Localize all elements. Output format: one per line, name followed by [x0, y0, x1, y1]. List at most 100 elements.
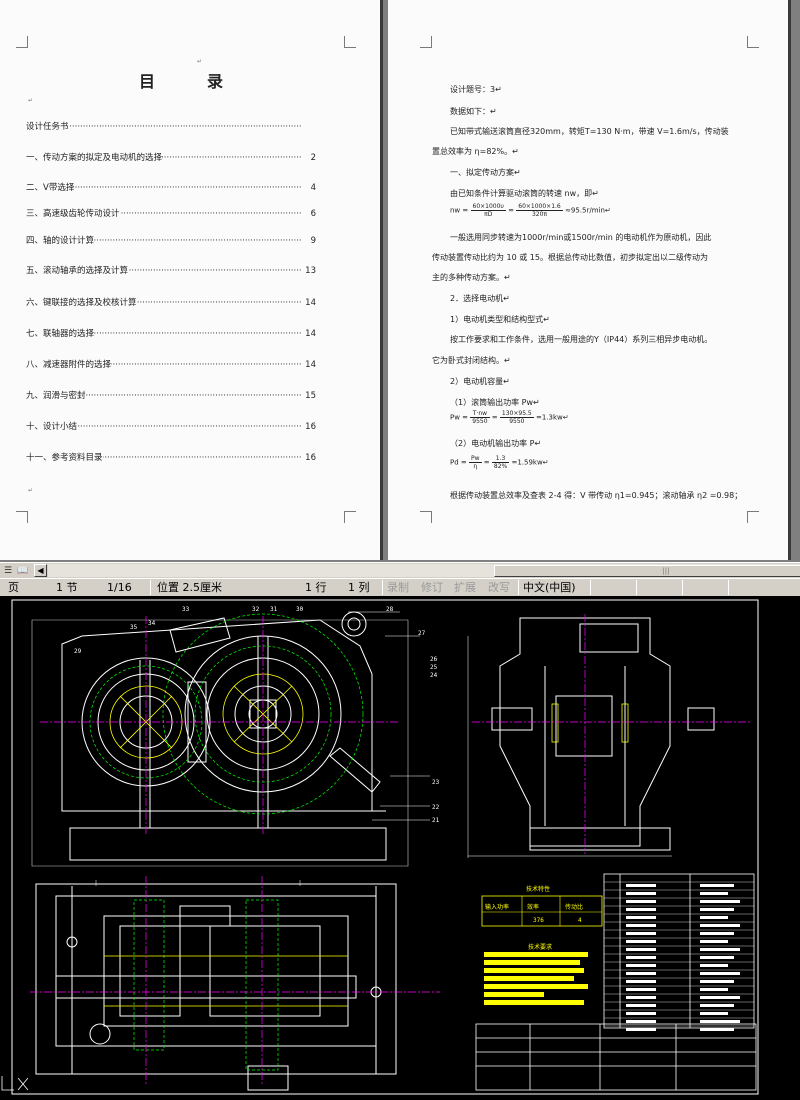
status-overtype[interactable]: 改写 — [488, 581, 510, 595]
horizontal-scrollbar[interactable]: ☰ 📖 ◀ ||| — [0, 562, 800, 578]
formula-motor-power: Pd = Pw η = 1.3 82% =1.59kw↵ — [450, 455, 549, 470]
paragraph-mark: ↵ — [28, 487, 34, 494]
toc-entry[interactable]: ········································… — [26, 121, 316, 133]
cad-drawing-image: 33 35 34 32 31 30 29 28 27 26 25 24 23 2… — [0, 596, 800, 1100]
scroll-thumb[interactable]: ||| — [494, 565, 800, 577]
part-callout: 33 — [182, 606, 190, 613]
toc-entry-page: 16 — [304, 452, 316, 464]
crop-mark — [344, 511, 356, 523]
toc-entry[interactable]: ········································… — [26, 452, 316, 464]
part-callout: 25 — [430, 664, 438, 671]
toc-entry-label: 六、键联接的选择及校核计算 — [26, 298, 137, 308]
status-page-label: 页 — [8, 581, 19, 594]
toc-entry-label: 十一、参考资料目录 — [26, 453, 103, 463]
crop-mark — [747, 36, 759, 48]
toc-entry-label: 二、V带选择 — [26, 183, 75, 193]
status-separator — [382, 580, 383, 595]
part-callout: 34 — [148, 620, 156, 627]
part-callout: 21 — [432, 817, 440, 824]
spec-header: 输入功率 — [485, 904, 510, 911]
document-page-content[interactable]: 设计题号：3↵ 数据如下：↵ 已知带式输送滚筒直径320mm，转矩T=130 N… — [388, 0, 788, 560]
body-text-line: （2）电动机输出功率 P↵ — [450, 439, 542, 448]
document-page-toc[interactable]: ↵ 目 录 ↵ ································… — [0, 0, 380, 560]
toc-entry-label: 三、高速级齿轮传动设计 — [26, 209, 120, 219]
body-text-line: 按工作要求和工作条件，选用一般用途的Y（IP44）系列三相异步电动机。 — [450, 335, 713, 344]
status-separator — [728, 580, 729, 595]
page-shadow — [788, 0, 791, 560]
status-record-macro[interactable]: 录制 — [387, 581, 409, 595]
toc-entry[interactable]: ········································… — [26, 297, 316, 309]
part-callout: 29 — [74, 648, 82, 655]
page-shadow — [380, 0, 383, 560]
toc-entry-page: 6 — [309, 208, 316, 220]
toc-entry-page: 14 — [304, 328, 316, 340]
toc-entry[interactable]: ········································… — [26, 390, 316, 402]
status-position: 位置 2.5厘米 — [157, 581, 222, 594]
status-separator — [682, 580, 683, 595]
status-bar: 页 1 节 1/16 位置 2.5厘米 1 行 1 列 录制 修订 扩展 改写 … — [0, 578, 800, 596]
toc-entry-page: 14 — [304, 359, 316, 371]
toc-entry-label: 五、滚动轴承的选择及计算 — [26, 266, 129, 276]
toc-entry-label: 七、联轴器的选择 — [26, 329, 95, 339]
toc-entry-page: 16 — [304, 421, 316, 433]
toc-entry-page: 14 — [304, 297, 316, 309]
toc-entry-label: 设计任务书 — [26, 122, 69, 132]
body-text-line: 它为卧式封闭结构。↵ — [432, 356, 511, 365]
toc-entry-label: 一、传动方案的拟定及电动机的选择 — [26, 153, 163, 163]
toc-title: 目 录 — [138, 72, 241, 91]
toc-entry[interactable]: ········································… — [26, 421, 316, 433]
toc-entry[interactable]: ········································… — [26, 152, 316, 164]
toc-entry[interactable]: ········································… — [26, 235, 316, 247]
toc-entry[interactable]: ········································… — [26, 208, 316, 220]
toc-entry[interactable]: ········································… — [26, 328, 316, 340]
body-text-line: 根据传动装置总效率及查表 2-4 得：V 带传动 η1=0.945；滚动轴承 η… — [450, 491, 743, 500]
crop-mark — [420, 36, 432, 48]
spec-header: 传动比 — [565, 904, 584, 911]
toc-entry-page: 15 — [304, 390, 316, 402]
body-text-line: 传动装置传动比约为 10 或 15。根据总传动比数值，初步拟定出以二级传动为 — [432, 253, 708, 262]
status-page-count: 1/16 — [107, 581, 132, 594]
body-text-line: 2．选择电动机↵ — [450, 294, 510, 303]
status-section: 1 节 — [56, 581, 78, 594]
body-text-line: 置总效率为 η=82%。↵ — [432, 147, 519, 156]
toc-entry-label: 四、轴的设计计算 — [26, 236, 95, 246]
scroll-left-icon[interactable]: ◀ — [34, 564, 47, 577]
crop-mark — [747, 511, 759, 523]
status-track-changes[interactable]: 修订 — [421, 581, 443, 595]
crop-mark — [344, 36, 356, 48]
status-separator — [150, 580, 151, 595]
body-text-line: （1）滚筒输出功率 Pw↵ — [450, 398, 540, 407]
normal-view-icon[interactable]: ☰ — [2, 565, 14, 577]
toc-entry-page: 9 — [309, 235, 316, 247]
status-separator — [518, 580, 519, 595]
toc-entry-label: 八、减速器附件的选择 — [26, 360, 112, 370]
toc-entry-page: 4 — [309, 182, 316, 194]
crop-mark — [16, 36, 28, 48]
paragraph-mark: ↵ — [28, 97, 34, 104]
toc-entry[interactable]: ········································… — [26, 359, 316, 371]
body-text-line: 主的多种传动方案。↵ — [432, 273, 511, 282]
scroll-track[interactable]: ||| — [48, 564, 800, 577]
part-callout: 24 — [430, 672, 438, 679]
reading-view-icon[interactable]: 📖 — [17, 565, 29, 577]
spec-header: 效率 — [527, 904, 540, 911]
body-text-line: 数据如下：↵ — [450, 107, 497, 116]
document-view[interactable]: ↵ 目 录 ↵ ································… — [0, 0, 800, 562]
toc-entry[interactable]: ········································… — [26, 265, 316, 277]
crop-mark — [16, 511, 28, 523]
toc-entry-label: 十、设计小结 — [26, 422, 78, 432]
tech-spec-title: 技术特性 — [526, 886, 551, 893]
tech-req-title: 技术要求 — [528, 944, 553, 951]
part-callout: 27 — [418, 630, 426, 637]
part-callout: 22 — [432, 804, 440, 811]
part-callout: 28 — [386, 606, 394, 613]
toc-entry-label: 九、润滑与密封 — [26, 391, 86, 401]
body-text-line: 一、拟定传动方案↵ — [450, 168, 521, 177]
status-separator — [590, 580, 591, 595]
body-text-line: 已知带式输送滚筒直径320mm，转矩T=130 N·m，带速 V=1.6m/s，… — [450, 127, 729, 136]
toc-entry[interactable]: ········································… — [26, 182, 316, 194]
status-extend[interactable]: 扩展 — [454, 581, 476, 595]
body-text-line: 一般选用同步转速为1000r/min或1500r/min 的电动机作为原动机，因… — [450, 233, 712, 242]
part-callout: 30 — [296, 606, 304, 613]
status-language[interactable]: 中文(中国) — [523, 581, 576, 595]
